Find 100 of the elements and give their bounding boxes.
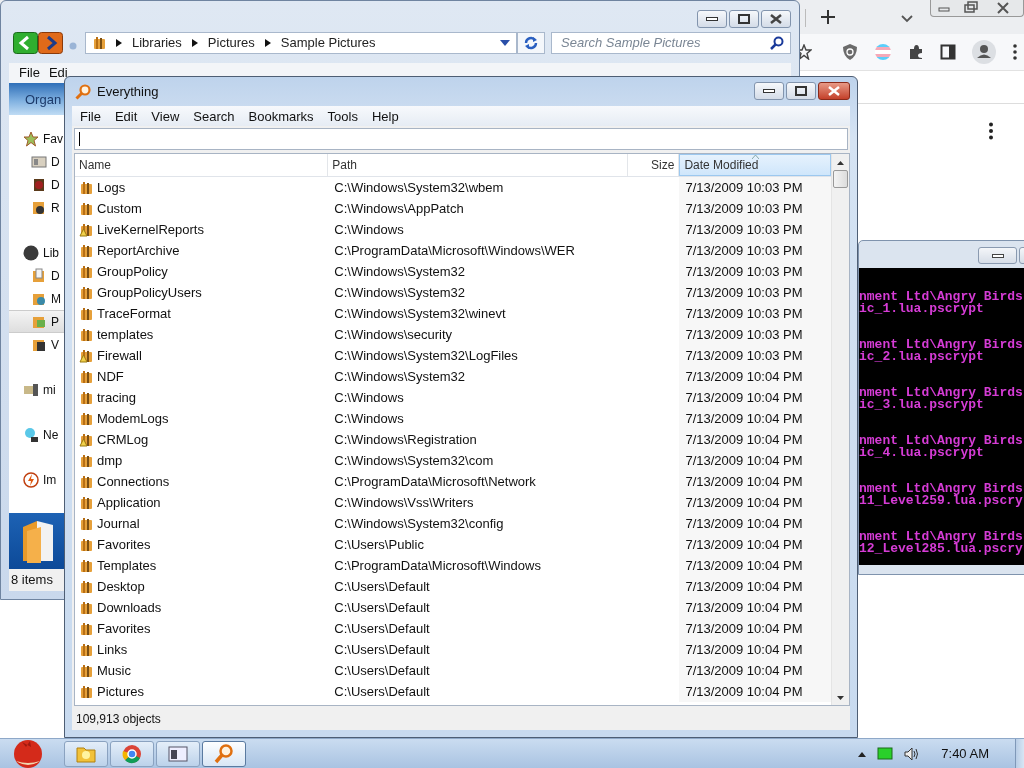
- table-cell: 7/13/2009 10:04 PM: [685, 390, 803, 405]
- file-name[interactable]: Firewall: [97, 348, 142, 363]
- minimize-icon: [706, 17, 718, 21]
- file-name[interactable]: Logs: [97, 180, 126, 195]
- console-line: 11_Level259.lua.pscry: [859, 495, 1024, 507]
- nav-item[interactable]: D: [9, 264, 64, 287]
- close-button[interactable]: [761, 10, 791, 28]
- profile-icon[interactable]: [972, 40, 996, 64]
- file-name[interactable]: templates: [97, 327, 154, 342]
- file-name[interactable]: Music: [97, 663, 131, 678]
- forward-icon[interactable]: [38, 31, 63, 54]
- nav-item[interactable]: V: [9, 333, 64, 356]
- menu-item[interactable]: Search: [193, 108, 235, 124]
- file-name[interactable]: Desktop: [97, 579, 145, 594]
- nav-item[interactable]: mi: [9, 378, 64, 401]
- table-cell: C:\Windows: [334, 411, 404, 426]
- close-icon: [770, 14, 782, 24]
- file-name[interactable]: LiveKernelReports: [97, 222, 204, 237]
- scrollbar[interactable]: [831, 154, 849, 705]
- table-cell: C:\ProgramData\Microsoft\Windows\WER: [334, 243, 575, 258]
- file-name[interactable]: Links: [97, 642, 128, 657]
- nav-item[interactable]: P: [9, 310, 64, 333]
- nav-item[interactable]: Im: [9, 468, 64, 491]
- close-button[interactable]: [818, 81, 850, 100]
- menu-item[interactable]: Edit: [114, 108, 138, 124]
- nav-item[interactable]: D: [9, 150, 64, 173]
- file-name[interactable]: Custom: [97, 201, 142, 216]
- caret-down-icon[interactable]: [900, 14, 914, 24]
- file-name[interactable]: ModemLogs: [97, 411, 169, 426]
- file-name[interactable]: ReportArchive: [97, 243, 180, 258]
- file-name[interactable]: TraceFormat: [97, 306, 171, 321]
- column-header[interactable]: Date Modified: [679, 154, 831, 176]
- table-cell: 7/13/2009 10:03 PM: [685, 285, 803, 300]
- file-name[interactable]: Favorites: [97, 621, 151, 636]
- file-name[interactable]: Downloads: [97, 600, 162, 615]
- search-field[interactable]: Search Sample Pictures: [551, 31, 791, 54]
- table-cell: 7/13/2009 10:04 PM: [685, 663, 803, 678]
- more-icon[interactable]: [1012, 44, 1018, 60]
- back-icon[interactable]: [13, 31, 38, 54]
- file-name[interactable]: Pictures: [97, 684, 144, 699]
- clock[interactable]: 7:40 AM: [941, 746, 989, 761]
- sidebar-icon[interactable]: [940, 44, 956, 60]
- table-cell: 7/13/2009 10:04 PM: [685, 474, 803, 489]
- nav-item[interactable]: Lib: [9, 241, 64, 264]
- table-cell: C:\Windows\AppPatch: [334, 201, 464, 216]
- file-name[interactable]: dmp: [97, 453, 123, 468]
- menu-item[interactable]: Tools: [327, 108, 358, 124]
- minimize-button[interactable]: [697, 10, 727, 28]
- menu-item[interactable]: Edi: [48, 65, 68, 81]
- minimize-button[interactable]: [978, 247, 1018, 264]
- nav-item[interactable]: Fav: [9, 127, 64, 150]
- dropdown-icon[interactable]: [500, 39, 511, 46]
- taskbar-button[interactable]: [110, 740, 154, 767]
- minimize-icon: [991, 253, 1004, 258]
- file-name[interactable]: Journal: [97, 516, 140, 531]
- column-header[interactable]: Path: [328, 154, 628, 176]
- file-name[interactable]: NDF: [97, 369, 124, 384]
- puzzle-icon[interactable]: [908, 44, 924, 60]
- table-cell: C:\Windows\System32\winevt: [334, 306, 506, 321]
- table-cell: 7/13/2009 10:04 PM: [685, 369, 803, 384]
- table-cell: C:\Windows: [334, 222, 404, 237]
- refresh-button[interactable]: [517, 31, 545, 54]
- column-header[interactable]: Name: [75, 154, 329, 176]
- search-field[interactable]: [74, 128, 848, 150]
- file-name[interactable]: Application: [97, 495, 161, 510]
- more-icon[interactable]: [988, 122, 994, 140]
- search-icon[interactable]: [770, 35, 784, 50]
- menu-item[interactable]: File: [19, 65, 40, 81]
- file-name[interactable]: GroupPolicyUsers: [97, 285, 202, 300]
- menu-item[interactable]: View: [151, 108, 180, 124]
- file-name[interactable]: CRMLog: [97, 432, 149, 447]
- organize-button[interactable]: Organ: [25, 91, 62, 107]
- chevron-right-icon: [116, 38, 122, 47]
- breadcrumb[interactable]: Sample Pictures: [280, 35, 376, 51]
- table-cell: C:\Windows\System32: [334, 369, 466, 384]
- taskbar-button[interactable]: [156, 740, 200, 767]
- scroll-thumb[interactable]: [833, 170, 848, 188]
- maximize-button[interactable]: [786, 81, 816, 100]
- new-tab-icon[interactable]: [820, 9, 836, 25]
- table-cell: C:\Windows\Vss\Writers: [334, 495, 474, 510]
- breadcrumb[interactable]: Libraries: [132, 35, 182, 51]
- file-name[interactable]: GroupPolicy: [97, 264, 168, 279]
- minimize-button[interactable]: [754, 81, 784, 100]
- table-cell: 7/13/2009 10:04 PM: [685, 600, 803, 615]
- file-name[interactable]: Favorites: [97, 537, 151, 552]
- file-name[interactable]: tracing: [97, 390, 137, 405]
- menu-item[interactable]: Bookmarks: [248, 108, 314, 124]
- nav-item[interactable]: D: [9, 173, 64, 196]
- menu-item[interactable]: File: [80, 108, 101, 124]
- console-line: nment Ltd\Angry Birds: [859, 291, 1024, 303]
- menu-item[interactable]: Help: [371, 108, 399, 124]
- file-name[interactable]: Connections: [97, 474, 170, 489]
- breadcrumb[interactable]: Pictures: [207, 35, 255, 51]
- address-bar[interactable]: Libraries Pictures Sample Pictures: [85, 31, 518, 54]
- maximize-button[interactable]: [729, 10, 759, 28]
- nav-item[interactable]: Ne: [9, 423, 64, 446]
- shield-icon[interactable]: [842, 43, 858, 61]
- nav-item[interactable]: R: [9, 196, 64, 219]
- taskbar-button[interactable]: [202, 740, 246, 767]
- nav-item[interactable]: M: [9, 287, 64, 310]
